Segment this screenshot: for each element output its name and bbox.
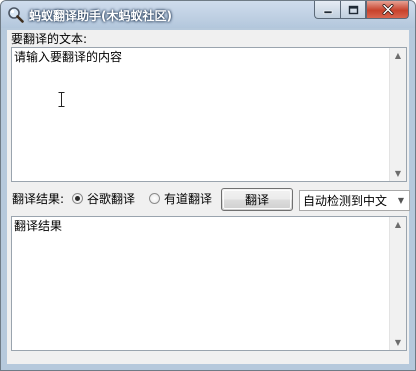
scroll-down-icon[interactable]: ▼ bbox=[390, 335, 406, 350]
source-scrollbar[interactable]: ▲ ▼ bbox=[389, 48, 406, 181]
radio-youdao-label: 有道翻译 bbox=[164, 192, 213, 206]
translate-button[interactable]: 翻译 bbox=[221, 188, 293, 211]
result-text: 翻译结果 bbox=[14, 219, 63, 233]
language-select-value: 自动检测到中文 bbox=[303, 194, 388, 208]
scroll-up-icon[interactable]: ▲ bbox=[390, 217, 406, 232]
window-title: 蚂蚁翻译助手(木蚂蚁社区) bbox=[29, 9, 172, 23]
dialog-body: 要翻译的文本: 请输入要翻译的内容 ▲ ▼ 翻译结果: 谷歌翻译 有道翻译 翻译 bbox=[7, 30, 410, 364]
source-text-placeholder: 请输入要翻译的内容 bbox=[14, 50, 123, 64]
radio-google-indicator[interactable] bbox=[72, 193, 83, 204]
source-text-input[interactable]: 请输入要翻译的内容 ▲ ▼ bbox=[11, 47, 407, 182]
translate-button-label: 翻译 bbox=[244, 193, 269, 207]
chevron-down-icon[interactable]: ▼ bbox=[393, 191, 409, 210]
app-window: 蚂蚁翻译助手(木蚂蚁社区) 要翻译的文本: 请输入要翻译的内容 ▲ ▼ 翻译结果… bbox=[0, 0, 416, 371]
radio-youdao-translate[interactable]: 有道翻译 bbox=[149, 192, 221, 206]
close-icon bbox=[382, 4, 393, 15]
scroll-up-icon[interactable]: ▲ bbox=[390, 48, 406, 63]
title-bar[interactable]: 蚂蚁翻译助手(木蚂蚁社区) bbox=[1, 1, 415, 28]
text-cursor-icon bbox=[58, 92, 65, 107]
maximize-button[interactable] bbox=[340, 1, 366, 19]
language-select[interactable]: 自动检测到中文 ▼ bbox=[299, 190, 410, 211]
radio-google-label: 谷歌翻译 bbox=[87, 192, 136, 206]
caption-buttons bbox=[314, 1, 409, 19]
radio-youdao-indicator[interactable] bbox=[149, 193, 160, 204]
minimize-button[interactable] bbox=[314, 1, 340, 19]
close-button[interactable] bbox=[366, 1, 409, 19]
result-text-output[interactable]: 翻译结果 ▲ ▼ bbox=[11, 216, 407, 351]
source-text-label: 要翻译的文本: bbox=[11, 32, 88, 46]
result-label: 翻译结果: bbox=[12, 192, 65, 206]
result-scrollbar[interactable]: ▲ ▼ bbox=[389, 217, 406, 350]
scroll-down-icon[interactable]: ▼ bbox=[390, 166, 406, 181]
magnifier-icon[interactable] bbox=[7, 6, 24, 23]
maximize-icon bbox=[348, 5, 358, 14]
minimize-icon bbox=[323, 10, 332, 14]
radio-google-translate[interactable]: 谷歌翻译 bbox=[72, 192, 152, 206]
